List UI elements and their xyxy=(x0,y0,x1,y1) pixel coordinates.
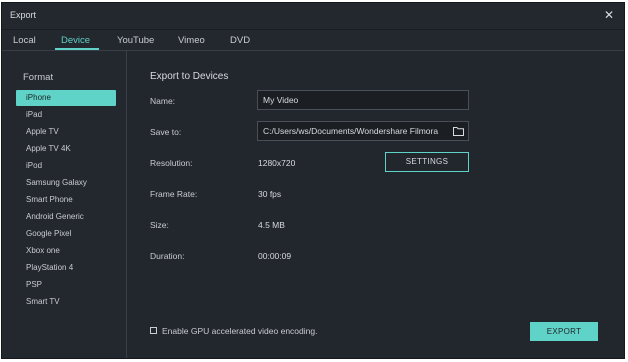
export-settings-panel: Export to Devices Name: My Video Save to… xyxy=(127,51,624,358)
save-to-label: Save to: xyxy=(150,127,182,137)
format-item-smart-tv[interactable]: Smart TV xyxy=(16,294,116,310)
folder-icon[interactable] xyxy=(453,126,464,136)
format-item-iphone[interactable]: iPhone xyxy=(16,90,116,106)
format-heading: Format xyxy=(23,72,54,83)
format-item-xbox-one[interactable]: Xbox one xyxy=(16,243,116,259)
format-item-ipad[interactable]: iPad xyxy=(16,107,116,123)
name-input[interactable]: My Video xyxy=(257,90,469,110)
format-item-apple-tv[interactable]: Apple TV xyxy=(16,124,116,140)
format-item-psp[interactable]: PSP xyxy=(16,277,116,293)
format-item-ipod[interactable]: iPod xyxy=(16,158,116,174)
format-item-apple-tv-4k[interactable]: Apple TV 4K xyxy=(16,141,116,157)
size-value: 4.5 MB xyxy=(258,220,285,230)
tab-vimeo[interactable]: Vimeo xyxy=(178,35,205,46)
frame-rate-label: Frame Rate: xyxy=(150,189,198,199)
name-input-value: My Video xyxy=(263,95,299,105)
resolution-label: Resolution: xyxy=(150,158,193,168)
resolution-value: 1280x720 xyxy=(258,158,296,168)
export-button[interactable]: EXPORT xyxy=(530,322,598,341)
tab-device[interactable]: Device xyxy=(61,35,90,46)
export-dialog: Export ✕ Local Device YouTube Vimeo DVD … xyxy=(1,2,625,359)
save-path-value: C:/Users/ws/Documents/Wondershare Filmor… xyxy=(263,126,439,136)
gpu-encoding-checkbox[interactable] xyxy=(150,327,157,334)
window-title: Export xyxy=(10,10,37,20)
frame-rate-value: 30 fps xyxy=(258,189,282,199)
format-item-google-pixel[interactable]: Google Pixel xyxy=(16,226,116,242)
active-tab-indicator xyxy=(55,48,99,50)
format-item-smart-phone[interactable]: Smart Phone xyxy=(16,192,116,208)
close-icon[interactable]: ✕ xyxy=(601,7,617,23)
save-path-input[interactable]: C:/Users/ws/Documents/Wondershare Filmor… xyxy=(257,121,469,141)
size-label: Size: xyxy=(150,220,169,230)
title-bar: Export ✕ xyxy=(2,3,624,30)
tab-local[interactable]: Local xyxy=(13,35,36,46)
duration-value: 00:00:09 xyxy=(258,251,292,261)
gpu-encoding-label: Enable GPU accelerated video encoding. xyxy=(162,326,318,336)
section-title: Export to Devices xyxy=(150,71,229,82)
format-item-samsung-galaxy[interactable]: Samsung Galaxy xyxy=(16,175,116,191)
format-item-playstation-4[interactable]: PlayStation 4 xyxy=(16,260,116,276)
name-label: Name: xyxy=(150,96,176,106)
tab-youtube[interactable]: YouTube xyxy=(117,35,154,46)
tab-dvd[interactable]: DVD xyxy=(230,35,250,46)
settings-button[interactable]: SETTINGS xyxy=(385,152,469,172)
duration-label: Duration: xyxy=(150,251,185,261)
format-sidebar: Format iPhone iPad Apple TV Apple TV 4K … xyxy=(2,51,127,358)
tab-bar: Local Device YouTube Vimeo DVD xyxy=(2,30,624,51)
format-item-android-generic[interactable]: Android Generic xyxy=(16,209,116,225)
